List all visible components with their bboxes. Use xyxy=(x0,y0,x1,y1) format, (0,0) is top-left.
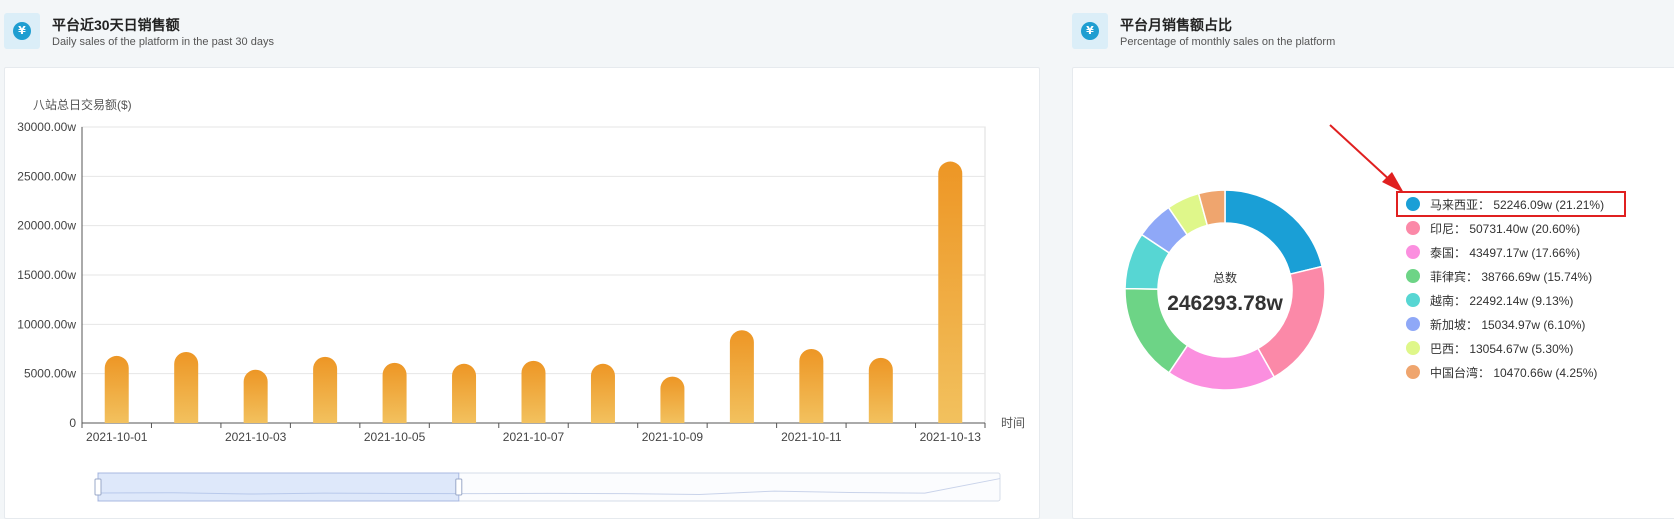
y-tick-label: 30000.00w xyxy=(17,120,76,134)
legend-label: 新加坡： 15034.97w (6.10%) xyxy=(1430,318,1586,332)
legend-label: 菲律宾： 38766.69w (15.74%) xyxy=(1430,270,1593,284)
legend-dot xyxy=(1406,317,1420,331)
legend-dot xyxy=(1406,269,1420,283)
annotation-arrow xyxy=(1329,124,1404,193)
x-axis-title: 时间 xyxy=(1001,416,1025,430)
daily-sales-bar-chart: 八站总日交易额($) 0 5000.00w 10000.00w 15000.00w 20… xyxy=(17,97,1025,502)
x-tick-label: 2021-10-07 xyxy=(503,430,565,444)
legend-dot xyxy=(1406,341,1420,355)
y-tick-label: 10000.00w xyxy=(17,317,76,331)
y-tick-label: 15000.00w xyxy=(17,268,76,282)
highlight-box xyxy=(1396,191,1626,217)
x-tick-label: 2021-10-03 xyxy=(225,430,287,444)
legend-label: 泰国： 43497.17w (17.66%) xyxy=(1430,246,1581,260)
y-tick-label: 0 xyxy=(69,416,76,430)
bar-2021-10-09 xyxy=(660,376,685,423)
x-tick-label: 2021-10-05 xyxy=(364,430,426,444)
x-tick-label: 2021-10-09 xyxy=(642,430,704,444)
bar-2021-10-01 xyxy=(104,355,129,423)
y-tick-label: 20000.00w xyxy=(17,219,76,233)
monthly-share-subtitle: Percentage of monthly sales on the platf… xyxy=(1120,36,1336,48)
slice-马来西亚 xyxy=(1224,189,1324,276)
y-tick-label: 25000.00w xyxy=(17,169,76,183)
bar-2021-10-03 xyxy=(243,369,268,423)
legend-label: 中国台湾： 10470.66w (4.25%) xyxy=(1430,366,1598,380)
bar-2021-10-11 xyxy=(799,349,824,423)
x-tick-label: 2021-10-13 xyxy=(920,430,982,444)
bars xyxy=(104,161,963,424)
slice-印尼 xyxy=(1256,265,1326,379)
legend-dot xyxy=(1406,221,1420,235)
legend-label: 印尼： 50731.40w (20.60%) xyxy=(1430,222,1581,236)
x-axis-ticks: 2021-10-01 2021-10-03 2021-10-05 2021-10-07… xyxy=(81,423,986,444)
bar-2021-10-13 xyxy=(938,161,963,424)
legend-dot xyxy=(1406,293,1420,307)
bar-2021-10-02 xyxy=(174,351,199,423)
legend-label: 巴西： 13054.67w (5.30%) xyxy=(1430,342,1574,356)
donut-center-value: 246293.78w xyxy=(1167,292,1283,315)
bar-2021-10-08 xyxy=(590,363,615,423)
zoom-window[interactable] xyxy=(97,472,460,502)
x-tick-label: 2021-10-01 xyxy=(86,430,148,444)
donut-center-label: 总数 xyxy=(1213,270,1237,285)
legend-label: 越南： 22492.14w (9.13%) xyxy=(1430,294,1574,308)
slice-泰国 xyxy=(1167,344,1276,391)
bar-2021-10-04 xyxy=(313,356,338,423)
donut-slices xyxy=(1124,189,1326,391)
x-tick-label: 2021-10-11 xyxy=(781,430,842,444)
zoom-handle-end[interactable] xyxy=(455,478,463,496)
bar-2021-10-07 xyxy=(521,360,546,423)
zoom-handle-start[interactable] xyxy=(94,478,102,496)
y-tick-label: 5000.00w xyxy=(24,367,76,381)
legend-dot xyxy=(1406,365,1420,379)
monthly-share-title: 平台月销售额占比 xyxy=(1120,17,1232,33)
y-axis-title: 八站总日交易额($) xyxy=(33,97,132,112)
monthly-share-donut-chart: 总数 246293.78w xyxy=(1124,189,1326,391)
legend-dot xyxy=(1406,245,1420,259)
bar-2021-10-10 xyxy=(729,330,754,423)
y-axis-ticks: 0 5000.00w 10000.00w 15000.00w 20000.00w 2500… xyxy=(17,120,76,430)
yen-coin-icon: ¥ xyxy=(1072,13,1108,49)
data-zoom-slider[interactable] xyxy=(94,472,1001,502)
bar-2021-10-05 xyxy=(382,362,407,423)
bar-2021-10-12 xyxy=(868,357,893,423)
bar-2021-10-06 xyxy=(452,363,477,423)
